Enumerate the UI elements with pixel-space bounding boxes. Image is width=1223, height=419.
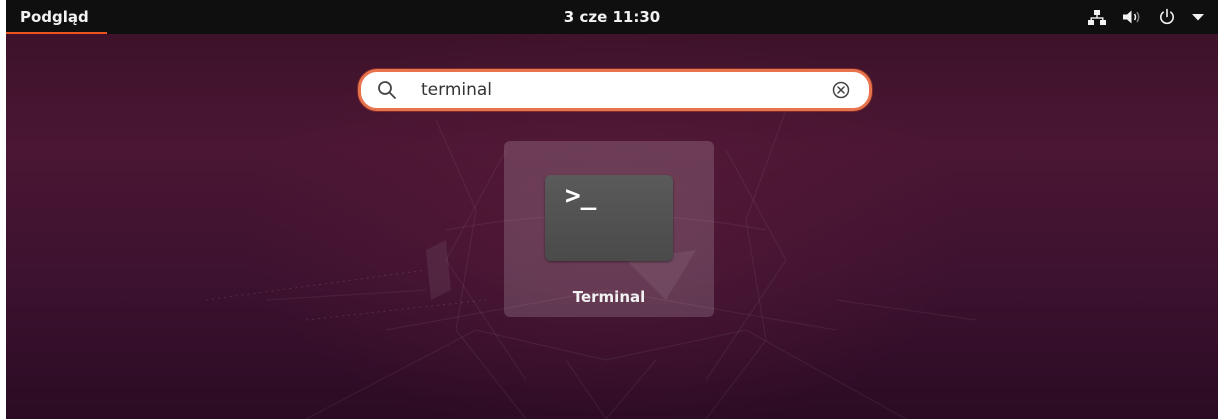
search-icon bbox=[378, 81, 396, 99]
terminal-icon: >_ bbox=[545, 175, 673, 261]
activities-label: Podgląd bbox=[20, 8, 89, 26]
date-time-clock[interactable]: 3 cze 11:30 bbox=[564, 0, 660, 34]
search-result-terminal[interactable]: >_ Terminal bbox=[504, 141, 714, 317]
desktop-overview: Podgląd 3 cze 11:30 terminal >_ Terminal bbox=[6, 0, 1218, 419]
menu-arrow-icon[interactable] bbox=[1192, 13, 1204, 21]
clear-icon[interactable] bbox=[831, 80, 851, 100]
search-result-label: Terminal bbox=[572, 288, 646, 306]
power-icon[interactable] bbox=[1158, 8, 1176, 26]
network-icon[interactable] bbox=[1088, 9, 1106, 25]
activities-indicator bbox=[6, 32, 107, 34]
system-tray[interactable] bbox=[1088, 0, 1204, 34]
activities-button[interactable]: Podgląd bbox=[6, 0, 107, 34]
search-input[interactable] bbox=[421, 76, 801, 104]
terminal-prompt-glyph: >_ bbox=[565, 181, 597, 211]
top-bar: Podgląd 3 cze 11:30 bbox=[6, 0, 1218, 34]
volume-icon[interactable] bbox=[1122, 9, 1142, 25]
search-box[interactable] bbox=[358, 69, 872, 111]
